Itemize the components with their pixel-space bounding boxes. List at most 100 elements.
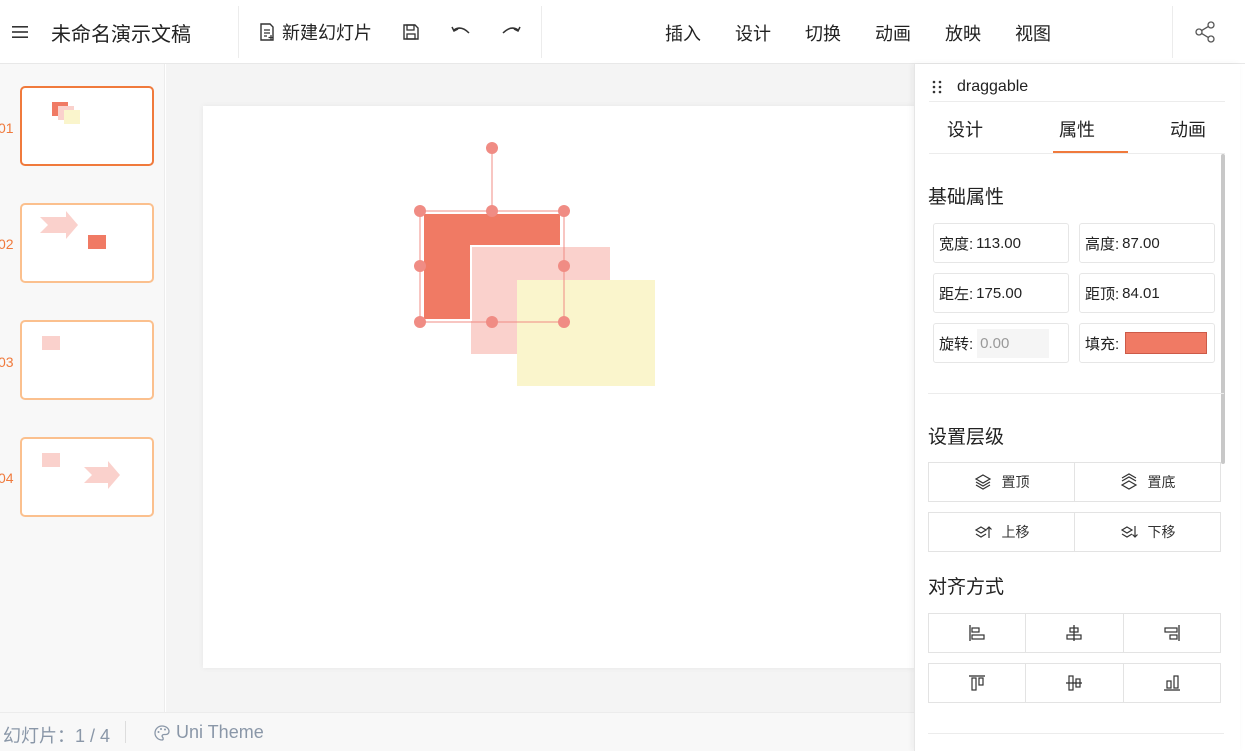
slide-thumbnail-2[interactable] <box>20 203 154 283</box>
properties-panel: draggable 设计 属性 动画 基础属性 宽度: 113.00 高度: 8… <box>914 64 1240 751</box>
save-button[interactable] <box>400 21 422 43</box>
rotate-field[interactable]: 旋转: 0.00 <box>933 323 1069 363</box>
align-left-icon <box>969 625 985 641</box>
slide-content <box>414 142 655 386</box>
layer-buttons-row: 置顶 置底 <box>928 462 1221 502</box>
align-row-vertical <box>928 663 1221 703</box>
width-label: 宽度: <box>939 235 974 253</box>
shape-yellow-square[interactable] <box>517 280 655 386</box>
height-label: 高度: <box>1085 235 1120 253</box>
left-field[interactable]: 距左: 175.00 <box>933 273 1069 313</box>
app: 未命名演示文稿 新建幻灯片 插入 设计 切换 动画 放映 视图 01 02 03… <box>0 0 1245 751</box>
drag-handle-icon <box>932 80 942 93</box>
align-middle-button[interactable] <box>1026 663 1124 703</box>
align-bottom-button[interactable] <box>1123 663 1221 703</box>
slide-canvas[interactable] <box>203 106 915 668</box>
move-down-button[interactable]: 下移 <box>1075 512 1221 552</box>
nav-animation[interactable]: 动画 <box>875 20 911 46</box>
fill-label: 填充: <box>1085 335 1120 353</box>
divider <box>125 721 126 743</box>
redo-icon <box>502 26 521 34</box>
bring-to-front-label: 置顶 <box>1001 474 1030 490</box>
slide-thumbnail-4[interactable] <box>20 437 154 517</box>
thumbnail-preview <box>42 336 60 350</box>
width-value[interactable]: 113.00 <box>976 235 1021 252</box>
nav-transition[interactable]: 切换 <box>805 20 841 46</box>
thumb-number: 01 <box>0 120 14 136</box>
divider <box>541 6 542 58</box>
move-up-label: 上移 <box>1001 524 1030 540</box>
undo-icon <box>451 26 470 34</box>
move-down-label: 下移 <box>1147 524 1176 540</box>
height-value[interactable]: 87.00 <box>1122 235 1160 252</box>
tab-animation[interactable]: 动画 <box>1170 116 1206 142</box>
nav-slideshow[interactable]: 放映 <box>945 20 981 46</box>
thumbnail-preview <box>40 211 106 249</box>
panel-scrollbar[interactable] <box>1221 154 1225 464</box>
width-field[interactable]: 宽度: 113.00 <box>933 223 1069 263</box>
nav-insert[interactable]: 插入 <box>665 20 701 46</box>
bring-to-front-button[interactable]: 置顶 <box>928 462 1075 502</box>
status-bar: 幻灯片：1 / 4 Uni Theme <box>0 712 914 751</box>
tab-properties[interactable]: 属性 <box>1059 116 1095 142</box>
divider <box>928 733 1224 734</box>
move-up-button[interactable]: 上移 <box>928 512 1075 552</box>
save-icon <box>403 24 419 40</box>
send-to-back-button[interactable]: 置底 <box>1075 462 1221 502</box>
rotate-label: 旋转: <box>939 335 974 353</box>
basic-properties-title: 基础属性 <box>928 187 1005 208</box>
panel-drag-handle[interactable]: draggable <box>929 72 1225 102</box>
divider <box>1172 6 1173 58</box>
top-field[interactable]: 距顶: 84.01 <box>1079 273 1215 313</box>
new-slide-icon <box>260 23 274 41</box>
send-to-back-label: 置底 <box>1147 474 1176 490</box>
layers-bottom-icon <box>1120 473 1137 490</box>
active-tab-indicator <box>1053 151 1128 153</box>
thumb-number: 03 <box>0 354 14 370</box>
top-value[interactable]: 84.01 <box>1122 285 1160 302</box>
align-middle-icon <box>1066 675 1083 691</box>
left-label: 距左: <box>939 285 974 303</box>
layer-title: 设置层级 <box>928 427 1005 448</box>
new-slide-button[interactable]: 新建幻灯片 <box>258 20 372 44</box>
align-title: 对齐方式 <box>928 577 1005 598</box>
undo-button[interactable] <box>450 21 472 43</box>
align-center-button[interactable] <box>1026 613 1124 653</box>
panel-tabs: 设计 属性 动画 <box>929 102 1225 154</box>
tab-design[interactable]: 设计 <box>947 116 983 142</box>
slide-thumbnail-3[interactable] <box>20 320 154 400</box>
nav-design[interactable]: 设计 <box>735 20 771 46</box>
slide-thumbnails: 01 02 03 04 <box>0 64 165 712</box>
rotate-handle[interactable] <box>486 142 498 154</box>
document-title[interactable]: 未命名演示文稿 <box>51 18 191 47</box>
top-bar: 未命名演示文稿 新建幻灯片 插入 设计 切换 动画 放映 视图 <box>0 0 1245 64</box>
menu-icon[interactable] <box>10 22 30 42</box>
divider <box>238 6 239 58</box>
thumb-number: 04 <box>0 470 14 486</box>
theme-button[interactable]: Uni Theme <box>153 722 264 743</box>
layer-move-row: 上移 下移 <box>928 512 1221 552</box>
align-top-button[interactable] <box>928 663 1027 703</box>
panel-drag-label: draggable <box>957 77 1029 95</box>
nav-view[interactable]: 视图 <box>1015 20 1051 46</box>
align-left-button[interactable] <box>928 613 1027 653</box>
align-top-icon <box>969 675 986 691</box>
height-field[interactable]: 高度: 87.00 <box>1079 223 1215 263</box>
fill-color-swatch[interactable] <box>1125 332 1208 354</box>
align-center-icon <box>1066 625 1083 641</box>
thumbnail-preview <box>42 453 120 489</box>
new-slide-label: 新建幻灯片 <box>282 23 372 43</box>
top-label: 距顶: <box>1085 285 1120 303</box>
left-value[interactable]: 175.00 <box>976 285 1022 302</box>
align-right-button[interactable] <box>1123 613 1221 653</box>
layers-top-icon <box>974 474 991 490</box>
redo-button[interactable] <box>500 21 522 43</box>
share-icon[interactable] <box>1193 20 1217 44</box>
fill-field[interactable]: 填充: <box>1079 323 1215 363</box>
rotate-value[interactable]: 0.00 <box>977 328 1050 358</box>
align-row-horizontal <box>928 613 1221 653</box>
align-bottom-icon <box>1163 675 1180 691</box>
layer-up-icon <box>974 526 992 538</box>
slide-thumbnail-1[interactable] <box>20 86 154 166</box>
theme-label: Uni Theme <box>176 722 264 742</box>
